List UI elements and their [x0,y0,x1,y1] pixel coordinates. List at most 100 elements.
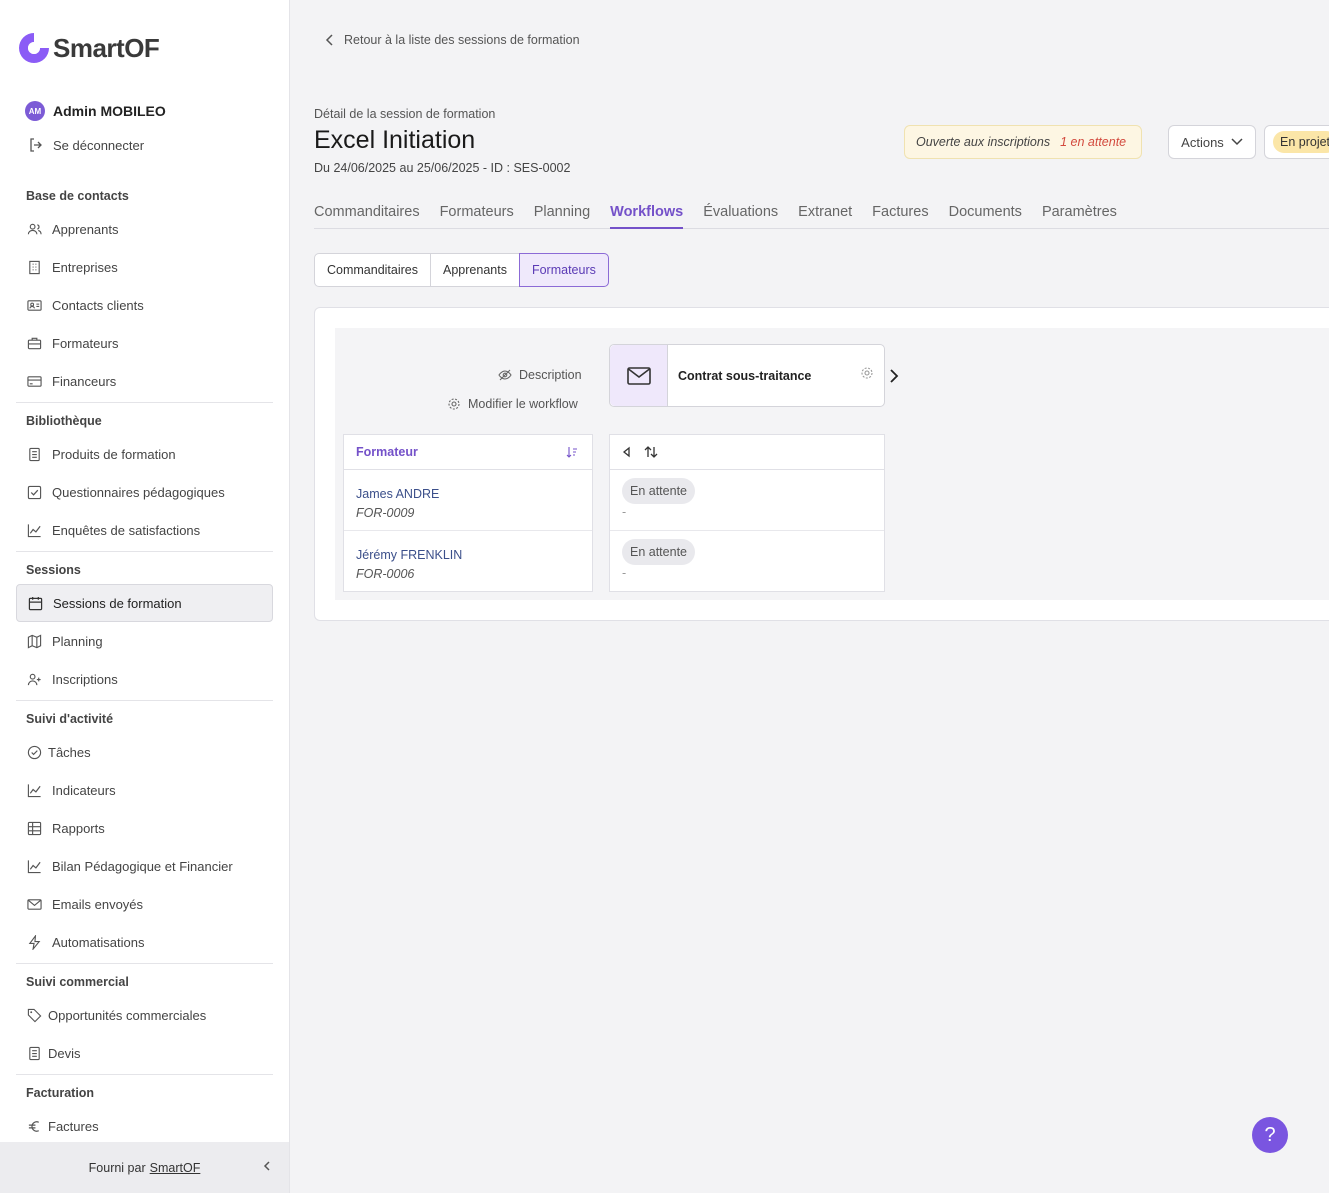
status-rows: En attente - En attente - [610,470,884,592]
sidebar-item-inscriptions[interactable]: Inscriptions [16,660,273,698]
help-button[interactable]: ? [1252,1117,1288,1153]
nav-section-title: Facturation [26,1086,95,1100]
sidebar-item-label: Sessions de formation [53,595,182,611]
sidebar-item-questionnaires-pedagogiques[interactable]: Questionnaires pédagogiques [16,473,273,511]
nav-section-title: Sessions [26,563,81,577]
sidebar-item-financeurs[interactable]: Financeurs [16,362,273,400]
trainer-name-link[interactable]: James ANDRE [356,487,439,501]
trainer-header-label: Formateur [356,445,418,459]
sidebar: SmartOF AM Admin MOBILEO Se déconnecter … [0,0,290,1193]
users-icon [26,221,42,237]
bolt-icon [26,934,42,950]
footer-prefix: Fourni par [88,1160,146,1175]
workflow-step-card[interactable]: Contrat sous-traitance [609,344,885,407]
sort-icon[interactable] [566,446,578,458]
logout-button[interactable]: Se déconnecter [28,137,144,153]
table-icon [26,820,42,836]
actions-dropdown[interactable]: Actions [1168,125,1256,159]
session-dates: Du 24/06/2025 au 25/06/2025 - ID : SES-0… [314,161,571,175]
chevron-left-icon [263,1161,270,1171]
step-status-badge[interactable]: En attente [622,478,695,504]
sidebar-item-apprenants[interactable]: Apprenants [16,210,273,248]
table-row: Jérémy FRENKLIN FOR-0006 [344,531,592,592]
footer-link[interactable]: SmartOF [150,1161,201,1175]
sidebar-item-opportunites-commerciales[interactable]: Opportunités commerciales [16,996,273,1034]
project-status-dropdown[interactable]: En projet [1264,125,1329,159]
sidebar-item-factures[interactable]: Factures [16,1107,273,1145]
sidebar-item-sessions-de-formation[interactable]: Sessions de formation [16,584,273,622]
tab-formateurs[interactable]: Formateurs [440,204,514,229]
sidebar-item-bilan-pedagogique-et-financier[interactable]: Bilan Pédagogique et Financier [16,847,273,885]
sidebar-item-enquetes-de-satisfactions[interactable]: Enquêtes de satisfactions [16,511,273,549]
sidebar-item-label: Automatisations [52,934,145,950]
back-link[interactable]: Retour à la liste des sessions de format… [324,33,580,47]
chart-line-icon [26,858,42,874]
tab-extranet[interactable]: Extranet [798,204,852,229]
nav-divider [16,963,273,964]
logout-label: Se déconnecter [53,137,145,153]
nav-divider [16,551,273,552]
workflow-panel: Description Modifier le workflow Contrat… [314,307,1329,621]
step-settings-button[interactable] [860,366,874,385]
segment-apprenants[interactable]: Apprenants [430,253,520,287]
trainer-column-header[interactable]: Formateur [344,435,592,470]
sidebar-item-label: Questionnaires pédagogiques [52,484,225,500]
swap-vertical-icon[interactable] [644,445,658,459]
sidebar-item-label: Devis [48,1045,81,1061]
tab-commanditaires[interactable]: Commanditaires [314,204,420,229]
modify-workflow-link[interactable]: Modifier le workflow [447,397,578,411]
sidebar-item-rapports[interactable]: Rapports [16,809,273,847]
trainer-name-link[interactable]: Jérémy FRENKLIN [356,548,462,562]
sidebar-item-emails-envoyes[interactable]: Emails envoyés [16,885,273,923]
tab-planning[interactable]: Planning [534,204,590,229]
nav-section-title: Base de contacts [26,189,129,203]
next-step-button[interactable] [889,368,899,389]
tab-documents[interactable]: Documents [949,204,1022,229]
modify-workflow-label: Modifier le workflow [468,397,578,411]
sidebar-item-automatisations[interactable]: Automatisations [16,923,273,961]
check-circle-icon [26,744,42,760]
segment-commanditaires[interactable]: Commanditaires [314,253,432,287]
sidebar-item-label: Indicateurs [52,782,116,798]
mail-icon [26,896,42,912]
logo-text: SmartOF [53,32,160,63]
sidebar-item-formateurs[interactable]: Formateurs [16,324,273,362]
segment-formateurs[interactable]: Formateurs [518,253,609,287]
sidebar-footer: Fourni par SmartOF [0,1142,289,1193]
workflow-segment-control: Commanditaires Apprenants Formateurs [314,253,609,287]
step-status-badge[interactable]: En attente [622,539,695,565]
collapse-sidebar-button[interactable] [261,1160,273,1175]
sidebar-item-entreprises[interactable]: Entreprises [16,248,273,286]
tab-evaluations[interactable]: Évaluations [703,204,778,229]
user-name: Admin MOBILEO [53,103,166,119]
user-profile[interactable]: AM Admin MOBILEO [25,101,166,121]
status-badge: Ouverte aux inscriptions 1 en attente [904,125,1142,159]
description-toggle[interactable]: Description [498,368,582,382]
logout-icon [30,138,42,152]
table-row: En attente - [610,470,884,531]
step-icon-box [610,345,668,406]
workflow-board: Description Modifier le workflow Contrat… [335,328,1329,600]
sidebar-item-label: Bilan Pédagogique et Financier [52,858,233,874]
document-icon [26,1045,42,1061]
caret-left-icon[interactable] [622,446,632,458]
smartof-logo[interactable]: SmartOF [16,30,160,66]
sidebar-item-label: Apprenants [52,221,119,237]
gear-icon [861,367,873,379]
tab-parametres[interactable]: Paramètres [1042,204,1117,229]
id-card-icon [26,297,42,313]
sidebar-item-devis[interactable]: Devis [16,1034,273,1072]
chevron-right-icon [890,369,899,383]
sidebar-item-taches[interactable]: Tâches [16,733,273,771]
sidebar-item-indicateurs[interactable]: Indicateurs [16,771,273,809]
sidebar-item-planning[interactable]: Planning [16,622,273,660]
sidebar-item-label: Rapports [52,820,105,836]
main-content: Retour à la liste des sessions de format… [290,0,1329,1193]
trainer-code: FOR-0006 [356,567,415,581]
sidebar-item-produits-de-formation[interactable]: Produits de formation [16,435,273,473]
credit-card-icon [26,373,42,389]
tab-workflows[interactable]: Workflows [610,204,684,229]
tab-factures[interactable]: Factures [872,204,928,229]
sidebar-item-contacts-clients[interactable]: Contacts clients [16,286,273,324]
eye-off-icon [498,369,512,381]
